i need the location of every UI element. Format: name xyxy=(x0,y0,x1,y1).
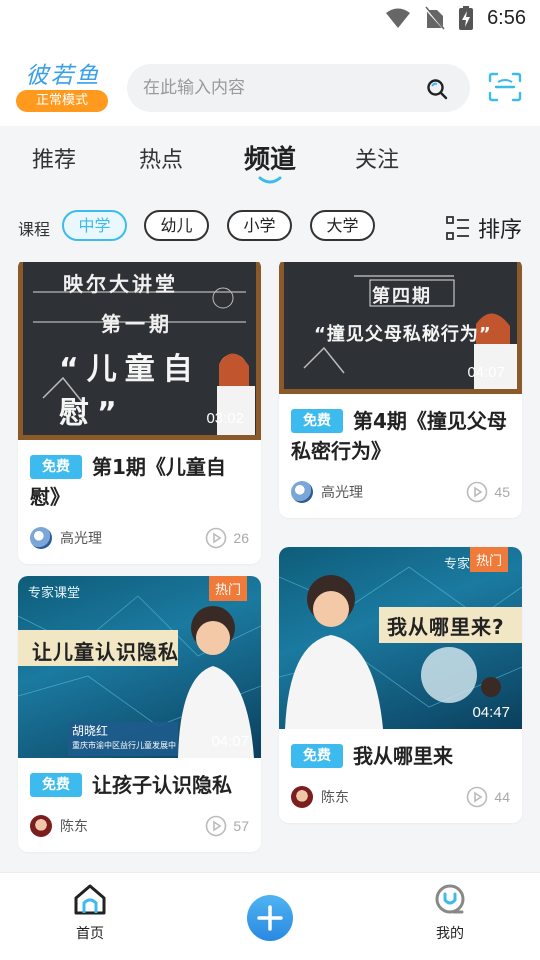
author-name[interactable]: 高光理 xyxy=(321,482,466,502)
thumb-text: 第一期 xyxy=(101,312,173,336)
video-thumbnail[interactable]: 映尔大讲堂 第一期 “儿童自慰” 03:02 xyxy=(18,262,261,440)
add-button[interactable] xyxy=(247,895,293,941)
thumb-text: 重庆市渝中区益行儿童发展中 xyxy=(72,741,176,750)
profile-icon xyxy=(435,884,465,914)
video-duration: 04:47 xyxy=(472,704,510,721)
play-count: 26 xyxy=(205,527,249,549)
nav-home[interactable]: 首页 xyxy=(50,883,130,943)
chip-university[interactable]: 大学 xyxy=(310,210,375,241)
video-card[interactable]: 专家 热门 我从哪里来? 04:47 免费 我从哪里来 陈东 44 xyxy=(279,547,522,823)
author-name[interactable]: 高光理 xyxy=(60,528,205,548)
sort-label: 排序 xyxy=(477,218,522,243)
thumb-text: “撞见父母私秘行为” xyxy=(314,324,492,345)
chip-primary-school[interactable]: 小学 xyxy=(227,210,292,241)
no-sim-icon xyxy=(425,6,446,30)
video-thumbnail[interactable]: 专家 热门 我从哪里来? 04:47 xyxy=(279,547,522,729)
plus-icon xyxy=(257,905,283,931)
video-title: 免费 我从哪里来 xyxy=(291,741,510,771)
avatar[interactable] xyxy=(30,527,52,549)
tab-recommend[interactable]: 推荐 xyxy=(32,142,76,174)
channel-tabs: 推荐 热点 频道 关注 xyxy=(0,126,540,196)
play-count: 57 xyxy=(205,815,249,837)
course-filter-bar: 课程 中学 幼儿 小学 大学 排序 xyxy=(0,200,540,252)
avatar[interactable] xyxy=(291,481,313,503)
expert-classroom-label: 专家 xyxy=(443,557,470,572)
expert-classroom-label: 专家课堂 xyxy=(28,586,81,601)
thumb-text: 第四期 xyxy=(372,286,432,307)
avatar[interactable] xyxy=(30,815,52,837)
mode-badge[interactable]: 正常模式 xyxy=(16,90,108,112)
video-duration: 03:02 xyxy=(206,410,244,427)
network-background xyxy=(18,595,261,758)
video-thumbnail[interactable]: 第四期 “撞见父母私秘行为” 04:07 xyxy=(279,262,522,394)
video-duration: 04:07 xyxy=(467,364,505,381)
free-badge: 免费 xyxy=(291,409,343,433)
chip-middle-school[interactable]: 中学 xyxy=(62,210,127,241)
filter-label: 课程 xyxy=(18,220,51,239)
thumb-text: 我从哪里来? xyxy=(387,615,505,639)
search-bar[interactable] xyxy=(127,64,470,112)
clock: 6:56 xyxy=(487,6,526,29)
play-icon xyxy=(206,527,227,549)
video-title: 免费 第1期《儿童自慰》 xyxy=(30,455,226,509)
search-icon[interactable] xyxy=(426,78,448,100)
nav-home-label: 首页 xyxy=(76,926,104,942)
nav-mine-label: 我的 xyxy=(436,926,464,942)
play-count: 45 xyxy=(466,481,510,503)
video-card[interactable]: 第四期 “撞见父母私秘行为” 04:07 免费 第4期《撞见父母私密行为》 高光理… xyxy=(279,262,522,518)
play-icon xyxy=(206,815,227,837)
video-title: 免费 让孩子认识隐私 xyxy=(30,770,249,800)
tab-hot[interactable]: 热点 xyxy=(139,142,183,174)
video-title: 免费 第4期《撞见父母私密行为》 xyxy=(291,409,507,463)
thumb-text: 映尔大讲堂 xyxy=(63,272,178,296)
app-logo[interactable]: 彼若鱼 正常模式 xyxy=(16,62,110,112)
scan-icon[interactable] xyxy=(488,72,522,102)
chip-kindergarten[interactable]: 幼儿 xyxy=(144,210,209,241)
video-feed[interactable]: 映尔大讲堂 第一期 “儿童自慰” 03:02 免费 第1期《儿童自慰》 高光理 2… xyxy=(0,262,540,872)
sort-button[interactable]: 排序 xyxy=(446,212,522,244)
avatar[interactable] xyxy=(291,786,313,808)
thumb-text: 胡晓红 xyxy=(72,724,109,738)
home-icon xyxy=(74,884,106,915)
hot-tag: 热门 xyxy=(469,547,508,572)
video-thumbnail[interactable]: 专家课堂 热门 让儿童认识隐私 胡晓红 重庆市渝中区益行儿童发展中 04:07 xyxy=(18,576,261,758)
sort-list-icon xyxy=(446,216,469,240)
free-badge: 免费 xyxy=(30,773,82,797)
video-card[interactable]: 映尔大讲堂 第一期 “儿童自慰” 03:02 免费 第1期《儿童自慰》 高光理 2… xyxy=(18,262,261,564)
status-bar: 6:56 xyxy=(0,0,540,38)
play-count: 44 xyxy=(466,786,510,808)
author-name[interactable]: 陈东 xyxy=(321,787,466,807)
thumb-text: 让儿童认识隐私 xyxy=(32,640,179,664)
free-badge: 免费 xyxy=(291,744,343,768)
play-icon xyxy=(467,481,488,503)
video-card[interactable]: 专家课堂 热门 让儿童认识隐私 胡晓红 重庆市渝中区益行儿童发展中 04:07 … xyxy=(18,576,261,852)
battery-charging-icon xyxy=(459,6,474,30)
app-header: 彼若鱼 正常模式 xyxy=(0,38,540,126)
nav-mine[interactable]: 我的 xyxy=(410,883,490,943)
logo-text: 彼若鱼 xyxy=(25,63,101,89)
search-input[interactable] xyxy=(143,64,413,112)
hot-tag: 热门 xyxy=(208,576,247,601)
wifi-icon xyxy=(386,8,411,28)
author-name[interactable]: 陈东 xyxy=(60,816,205,836)
free-badge: 免费 xyxy=(30,455,82,479)
bottom-nav: 首页 我的 xyxy=(0,872,540,960)
play-icon xyxy=(467,786,488,808)
tab-channel[interactable]: 频道 xyxy=(244,139,296,176)
tab-follow[interactable]: 关注 xyxy=(355,142,399,174)
video-duration: 04:07 xyxy=(211,733,249,750)
active-tab-indicator xyxy=(258,176,282,184)
